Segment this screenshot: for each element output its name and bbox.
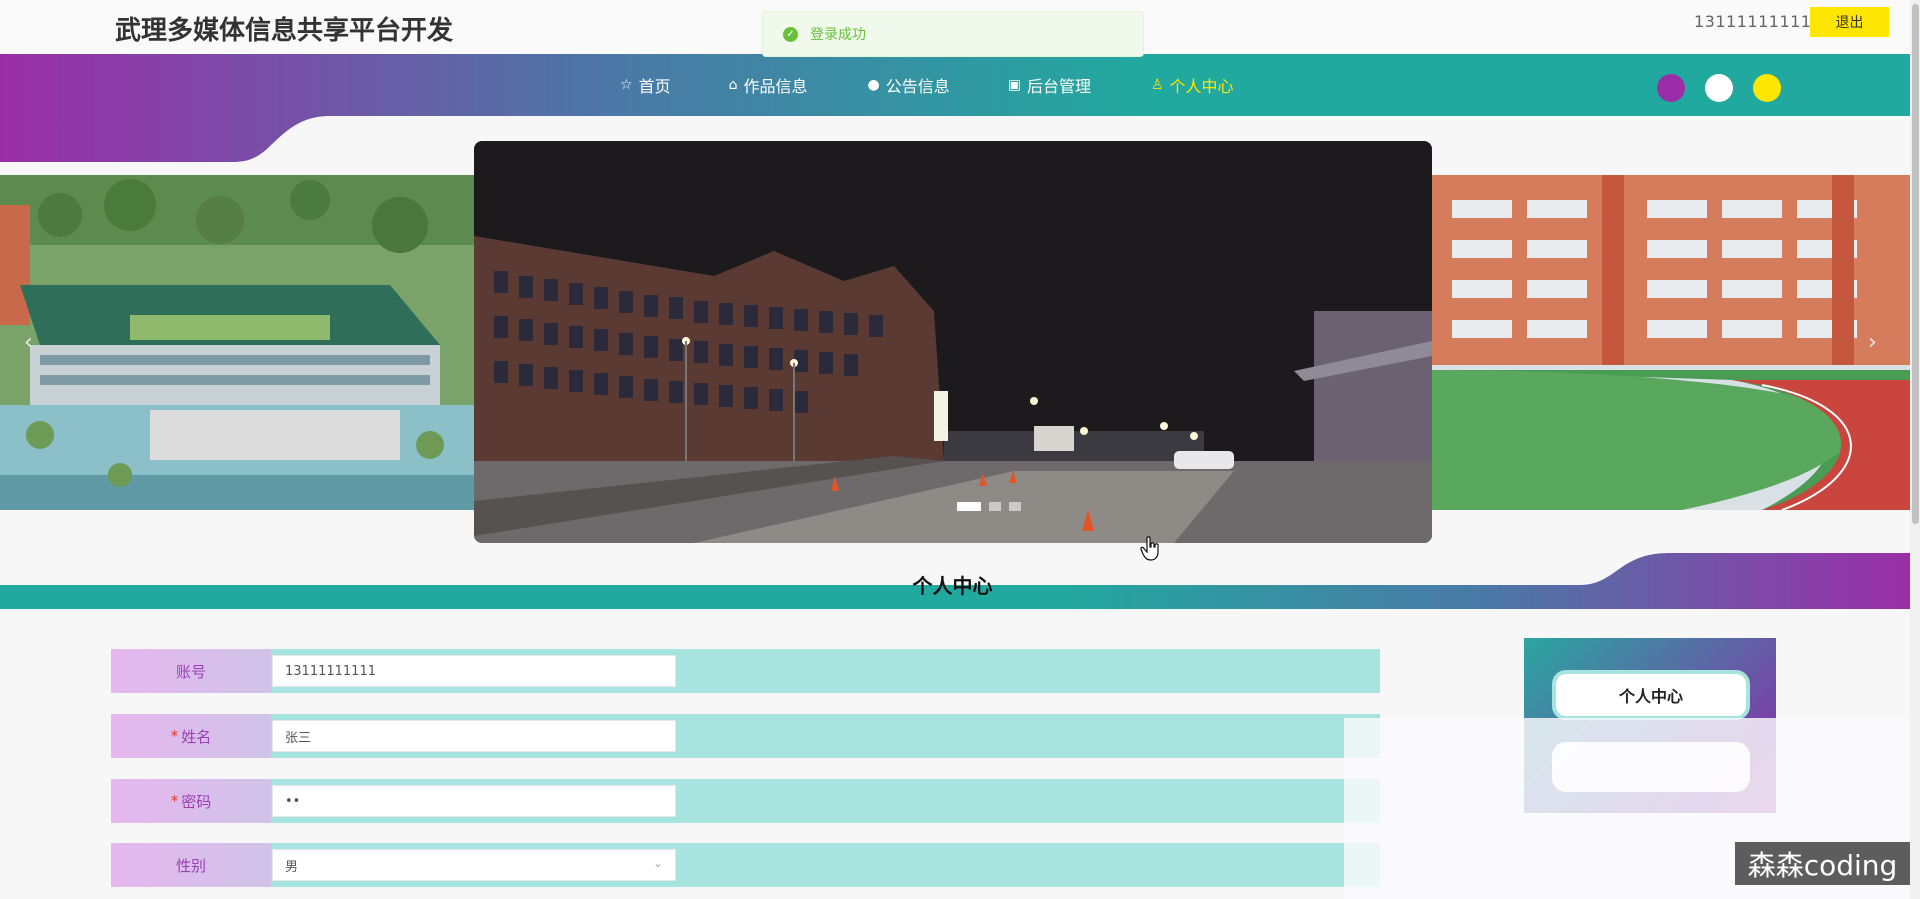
nav-notices-label: 公告信息	[885, 77, 950, 96]
gender-select[interactable]: 男 ⌄	[272, 849, 676, 881]
theme-white-dot[interactable]	[1705, 74, 1733, 102]
theme-purple-dot[interactable]	[1657, 74, 1685, 102]
nav-works[interactable]: ⌂ 作品信息	[729, 73, 808, 97]
gender-label: 性别	[111, 843, 271, 887]
nav-admin[interactable]: ▣ 后台管理	[1008, 73, 1091, 97]
hand-cursor-icon	[1140, 536, 1159, 561]
carousel-indicators	[957, 502, 1029, 511]
nav-personal-center-label: 个人中心	[1169, 77, 1234, 96]
password-label: * 密码	[111, 779, 271, 823]
nav-admin-label: 后台管理	[1026, 77, 1091, 96]
scrollbar-thumb[interactable]	[1912, 4, 1919, 524]
form-row-account: 账号 13111111111	[111, 649, 1380, 693]
star-icon: ☆	[620, 77, 633, 93]
nav-notices[interactable]: ● 公告信息	[867, 73, 949, 97]
info-icon: ●	[867, 77, 880, 93]
blurred-button	[1552, 742, 1750, 792]
carousel-next-arrow[interactable]: ›	[1868, 330, 1877, 355]
carousel-indicator[interactable]	[989, 502, 1001, 511]
section-title: 个人中心	[912, 574, 993, 598]
chevron-down-icon: ⌄	[652, 856, 663, 870]
nav-works-label: 作品信息	[743, 77, 808, 96]
gender-select-value: 男	[285, 859, 299, 875]
toast-message: 登录成功	[810, 27, 866, 43]
account-label: 账号	[111, 649, 271, 693]
account-input[interactable]: 13111111111	[272, 655, 676, 687]
carousel-slide-main[interactable]	[474, 141, 1432, 543]
carousel-slide-right	[1432, 175, 1910, 510]
carousel-indicator[interactable]	[957, 502, 981, 511]
carousel-indicator[interactable]	[1009, 502, 1021, 511]
briefcase-icon: ▣	[1007, 77, 1021, 93]
form-row-name: * 姓名 张三	[111, 714, 1380, 758]
carousel-prev-arrow[interactable]: ‹	[24, 330, 33, 355]
side-personal-center-button[interactable]: 个人中心	[1552, 670, 1750, 720]
carousel-slide-left	[0, 175, 474, 510]
theme-switcher	[1657, 74, 1801, 102]
user-icon: ♙	[1150, 77, 1164, 93]
form-row-gender: 性别 男 ⌄	[111, 843, 1380, 887]
site-title: 武理多媒体信息共享平台开发	[115, 16, 454, 46]
nav-home[interactable]: ☆ 首页	[620, 73, 671, 97]
nav-home-label: 首页	[638, 77, 671, 96]
main-nav: ☆ 首页 ⌂ 作品信息 ● 公告信息 ▣ 后台管理 ♙ 个人中心	[620, 54, 1234, 116]
nav-personal-center[interactable]: ♙ 个人中心	[1151, 73, 1234, 97]
theme-yellow-dot[interactable]	[1753, 74, 1781, 102]
check-circle-icon: ✓	[783, 26, 798, 42]
name-label: * 姓名	[111, 714, 271, 758]
name-input[interactable]: 张三	[272, 720, 676, 752]
user-account: 13111111111	[1694, 12, 1812, 31]
success-toast: ✓ 登录成功	[762, 11, 1144, 57]
password-input[interactable]: ••	[272, 785, 676, 817]
bag-icon: ⌂	[728, 77, 738, 93]
form-row-password: * 密码 ••	[111, 779, 1380, 823]
watermark: 森森coding	[1735, 842, 1910, 885]
logout-button[interactable]: 退出	[1810, 7, 1889, 37]
